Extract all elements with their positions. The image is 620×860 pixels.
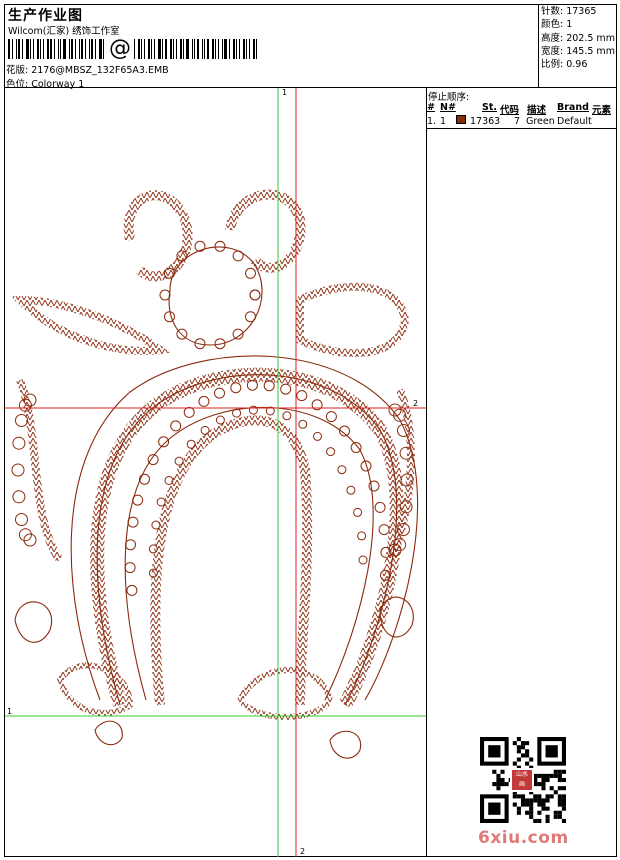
bead	[263, 380, 275, 392]
bead	[214, 240, 226, 252]
bead	[23, 533, 37, 547]
bead	[183, 406, 195, 418]
green-horizontal-guide-label: 1	[7, 707, 12, 716]
bead	[158, 436, 170, 448]
bead	[11, 463, 25, 477]
red-horizontal-guide-label: 2	[413, 399, 418, 408]
bead	[15, 414, 28, 427]
bead	[159, 289, 171, 301]
bead	[200, 425, 210, 435]
bead	[15, 513, 28, 526]
bead	[350, 442, 362, 453]
bead	[337, 465, 347, 475]
bead	[125, 539, 136, 551]
bead	[313, 431, 322, 441]
bead	[245, 267, 256, 279]
bead	[194, 240, 206, 252]
qr-stamp-line-2: 画	[518, 781, 525, 788]
bead	[18, 528, 32, 542]
bead	[126, 584, 138, 596]
bead	[358, 555, 368, 565]
green-vertical-guide-label: 1	[282, 88, 287, 97]
bead	[139, 473, 150, 485]
watermark: 6xiu.com	[478, 828, 569, 848]
bead	[280, 383, 292, 395]
bead	[186, 439, 196, 449]
bead	[215, 415, 225, 425]
bead	[170, 420, 182, 432]
bead	[368, 480, 380, 492]
bead	[357, 531, 367, 541]
bead	[378, 524, 390, 536]
bead	[282, 411, 292, 421]
bead	[245, 311, 256, 323]
bead	[325, 411, 337, 423]
bead	[214, 387, 225, 399]
bead-dots	[11, 240, 414, 596]
bead	[298, 419, 308, 429]
bead	[12, 490, 26, 504]
bead	[164, 311, 175, 323]
bead	[346, 485, 356, 495]
bead	[296, 390, 308, 402]
bead	[232, 250, 244, 262]
bead	[326, 447, 336, 457]
bead	[353, 507, 363, 517]
embroidery-design: 1 2 1 2	[5, 88, 426, 857]
bead	[374, 501, 386, 513]
red-vertical-guide-label: 2	[300, 847, 305, 856]
bead	[198, 395, 210, 407]
bead	[12, 436, 26, 450]
bead	[132, 494, 144, 506]
qr-stamp-line-1: 山水	[515, 771, 528, 778]
bead	[124, 562, 136, 574]
bead	[249, 289, 261, 301]
bead	[388, 403, 402, 417]
bead	[230, 382, 242, 394]
design-outline	[10, 189, 419, 759]
bead	[127, 516, 139, 528]
bead	[232, 408, 242, 418]
qr-stamp-logo: 山水 画	[510, 768, 534, 792]
